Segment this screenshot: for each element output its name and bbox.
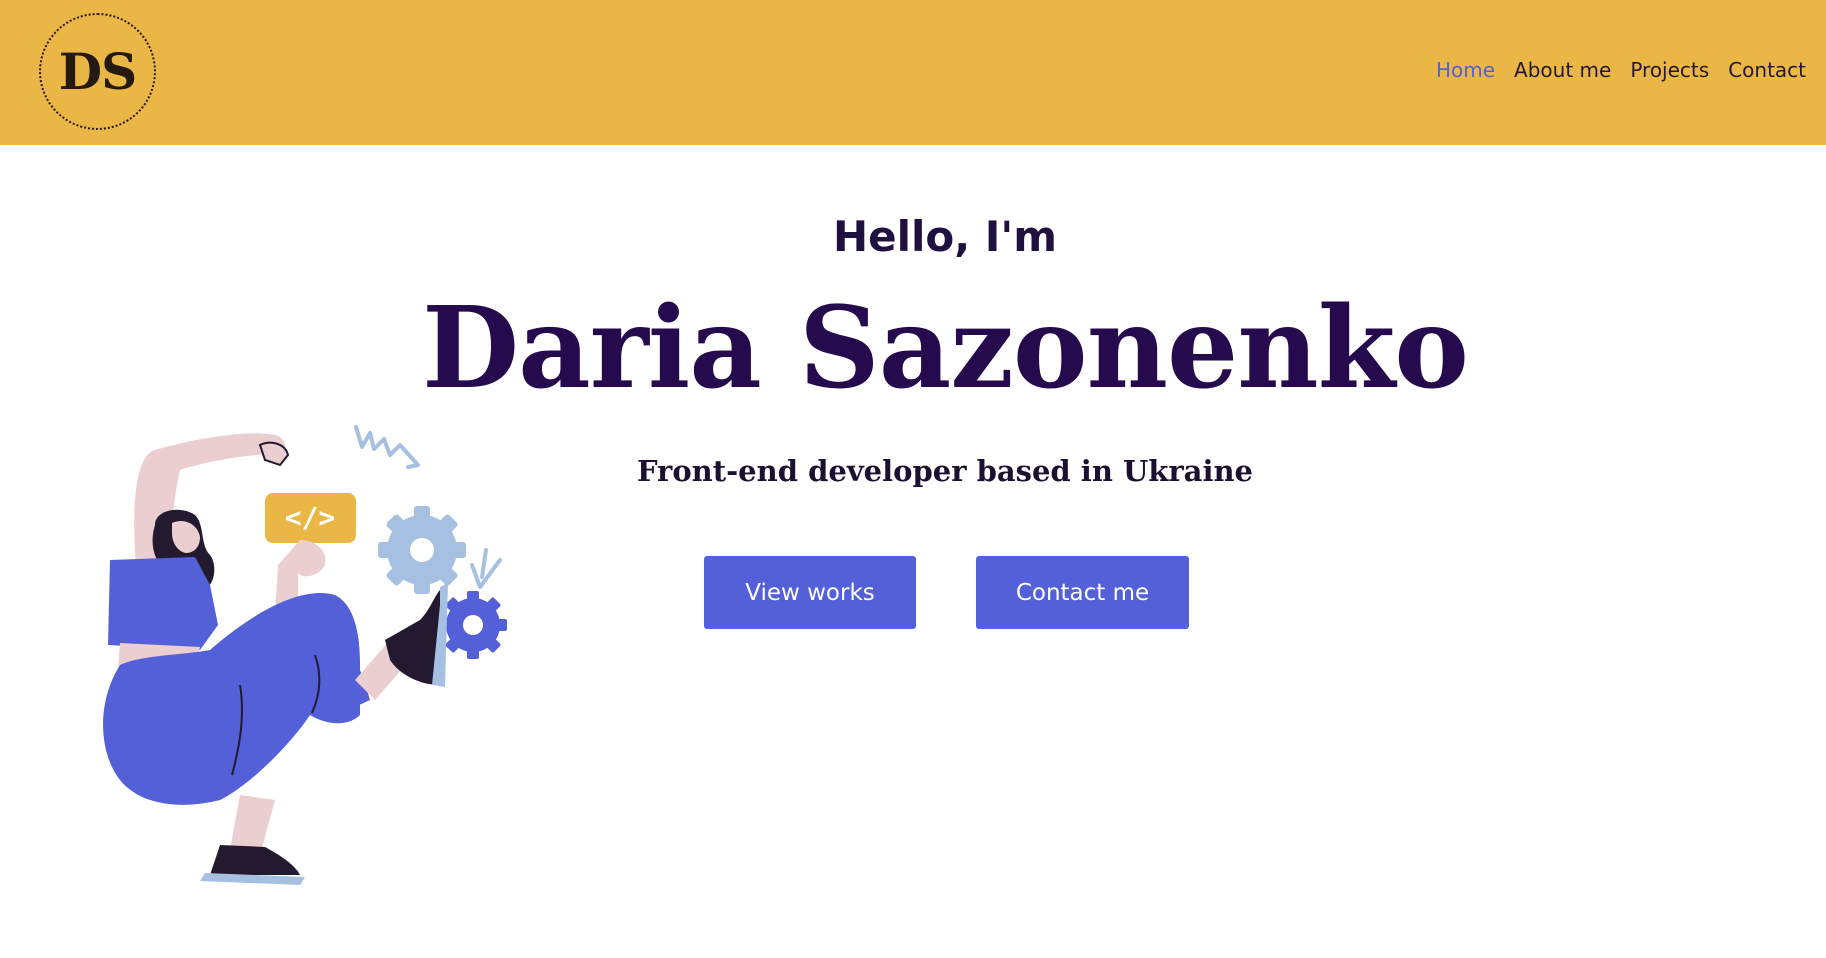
- logo-text: DS: [58, 42, 137, 101]
- nav-about-link[interactable]: About me: [1514, 54, 1611, 86]
- hero-greeting: Hello, I'm: [832, 212, 1058, 261]
- page: DS Home About me Projects Contact Hello,…: [0, 0, 1826, 958]
- nav-home-link[interactable]: Home: [1436, 54, 1495, 86]
- code-badge-icon: </>: [285, 501, 336, 534]
- left-shoe: [210, 845, 300, 875]
- contact-me-button[interactable]: Contact me: [976, 556, 1189, 629]
- scribble-top-decoration: [354, 425, 420, 469]
- hero-name: Daria Sazonenko: [422, 283, 1469, 414]
- developer-illustration: </>: [103, 425, 507, 885]
- large-gear-icon: [378, 506, 466, 594]
- shirt: [108, 557, 218, 650]
- site-header: DS Home About me Projects Contact: [0, 0, 1826, 145]
- small-gear-icon: [439, 591, 507, 659]
- logo-link[interactable]: DS: [39, 13, 156, 130]
- nav-projects-link[interactable]: Projects: [1630, 54, 1709, 86]
- main-nav: Home About me Projects Contact: [1436, 54, 1806, 86]
- nav-contact-link[interactable]: Contact: [1728, 54, 1806, 86]
- view-works-button[interactable]: View works: [704, 556, 916, 629]
- scribble-check-decoration: [470, 548, 502, 589]
